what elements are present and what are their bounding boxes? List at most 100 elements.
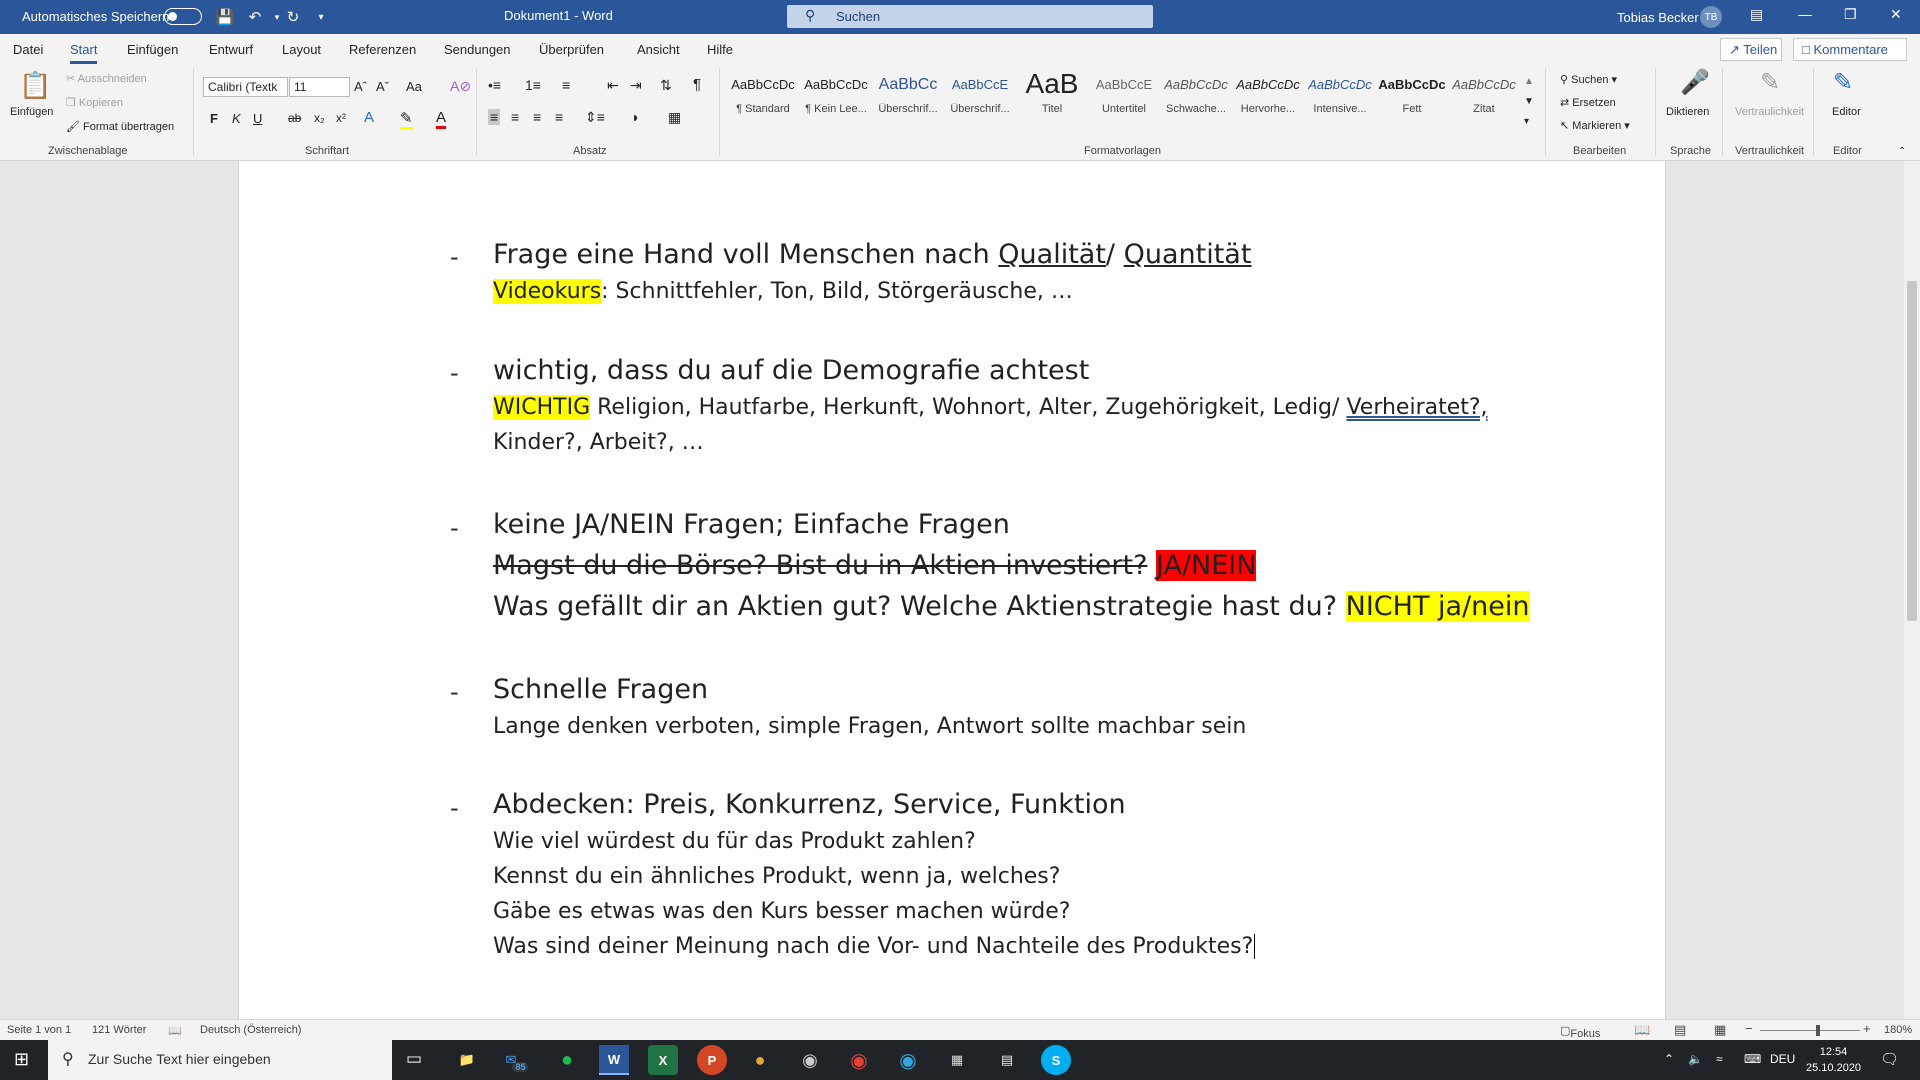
bullet-heading[interactable]: Abdecken: Preis, Konkurrenz, Service, Fu… bbox=[493, 789, 1126, 820]
align-right-icon[interactable]: ≡ bbox=[533, 109, 541, 125]
bullet-detail[interactable]: Kennst du ein ähnliches Produkt, wenn ja… bbox=[493, 864, 1060, 889]
font-name-select[interactable]: Calibri (Textk bbox=[203, 77, 288, 97]
avatar[interactable]: TB bbox=[1700, 6, 1722, 28]
redo-icon[interactable]: ↻ bbox=[282, 6, 304, 28]
powerpoint-icon[interactable]: P bbox=[697, 1045, 727, 1075]
style-schwache-hervorhebung[interactable]: AaBbCcDc Schwache... bbox=[1161, 73, 1231, 115]
zoom-in-icon[interactable]: + bbox=[1863, 1021, 1871, 1036]
change-case-button[interactable]: Aa bbox=[406, 79, 422, 94]
wifi-icon[interactable]: ≈ bbox=[1716, 1052, 1723, 1066]
grow-font-icon[interactable]: Aˆ bbox=[354, 79, 367, 94]
input-language[interactable]: DEU bbox=[1770, 1052, 1795, 1066]
share-button[interactable]: ↗ Teilen bbox=[1720, 38, 1782, 61]
font-size-select[interactable]: 11 bbox=[289, 77, 350, 97]
styles-scroll-down-icon[interactable]: ▼ bbox=[1524, 96, 1534, 107]
volume-icon[interactable]: 🔈 bbox=[1688, 1052, 1703, 1066]
bullet-detail[interactable]: Wie viel würdest du für das Produkt zahl… bbox=[493, 829, 976, 854]
style-zitat[interactable]: AaBbCcDc Zitat bbox=[1449, 73, 1519, 115]
bullet-detail[interactable]: Magst du die Börse? Bist du in Aktien in… bbox=[493, 550, 1257, 581]
notepad-icon[interactable]: ▤ bbox=[992, 1045, 1022, 1075]
sort-icon[interactable]: ⇅ bbox=[660, 77, 672, 94]
language-status[interactable]: Deutsch (Österreich) bbox=[200, 1024, 301, 1036]
scrollbar-thumb[interactable] bbox=[1907, 281, 1917, 621]
select-button[interactable]: ↖ Markieren ▾ bbox=[1560, 119, 1630, 132]
bullet-heading[interactable]: wichtig, dass du auf die Demografie acht… bbox=[493, 355, 1089, 386]
bullet-detail[interactable]: Lange denken verboten, simple Fragen, An… bbox=[493, 714, 1246, 739]
text-effects-icon[interactable]: A bbox=[364, 109, 374, 126]
app-icon[interactable]: ● bbox=[745, 1045, 775, 1075]
style-titel[interactable]: AaB Titel bbox=[1017, 73, 1087, 115]
copy-button[interactable]: ❐ Kopieren bbox=[66, 96, 123, 109]
save-icon[interactable]: 💾 bbox=[214, 6, 236, 28]
tab-layout[interactable]: Layout bbox=[282, 42, 321, 57]
numbering-icon[interactable]: 1≡ bbox=[525, 77, 541, 93]
style-ueberschrift-2[interactable]: AaBbCcE Überschrif... bbox=[945, 73, 1015, 115]
bullet-heading[interactable]: keine JA/NEIN Fragen; Einfache Fragen bbox=[493, 509, 1010, 540]
styles-more-icon[interactable]: ▾ bbox=[1524, 116, 1529, 127]
chrome-icon[interactable]: ◉ bbox=[844, 1045, 874, 1075]
decrease-indent-icon[interactable]: ⇤ bbox=[607, 77, 619, 94]
vertical-scrollbar[interactable] bbox=[1904, 161, 1920, 1019]
subscript-button[interactable]: x₂ bbox=[314, 111, 325, 125]
clear-formatting-icon[interactable]: A⊘ bbox=[450, 78, 471, 95]
bullet-heading[interactable]: Frage eine Hand voll Menschen nach Quali… bbox=[493, 239, 1251, 270]
microphone-icon[interactable]: 🎤 bbox=[1680, 68, 1710, 97]
focus-button[interactable]: ▢ Fokus bbox=[1560, 1024, 1600, 1040]
tab-einfuegen[interactable]: Einfügen bbox=[127, 42, 178, 57]
multilevel-list-icon[interactable]: ≡ bbox=[562, 77, 570, 93]
style-hervorhebung[interactable]: AaBbCcDc Hervorhe... bbox=[1233, 73, 1303, 115]
styles-scroll-up-icon[interactable]: ▲ bbox=[1524, 76, 1534, 87]
skype-icon[interactable]: S bbox=[1041, 1045, 1071, 1075]
bullet-detail[interactable]: Was sind deiner Meinung nach die Vor- un… bbox=[493, 934, 1256, 959]
bullet-detail[interactable]: Gäbe es etwas was den Kurs besser machen… bbox=[493, 899, 1070, 924]
bullet-detail[interactable]: WICHTIG Religion, Hautfarbe, Herkunft, W… bbox=[493, 395, 1488, 420]
cut-button[interactable]: ✂ Ausschneiden bbox=[66, 72, 147, 85]
collapse-ribbon-icon[interactable]: ⌃ bbox=[1898, 146, 1906, 157]
tab-datei[interactable]: Datei bbox=[13, 42, 43, 57]
editor-button[interactable]: Editor bbox=[1832, 106, 1861, 118]
shading-icon[interactable]: ◑ bbox=[630, 109, 638, 125]
tab-sendungen[interactable]: Sendungen bbox=[444, 42, 511, 57]
web-layout-icon[interactable]: ▦ bbox=[1714, 1022, 1726, 1038]
strikethrough-button[interactable]: ab bbox=[288, 111, 301, 125]
editor-icon[interactable]: ✎ bbox=[1833, 68, 1853, 97]
shrink-font-icon[interactable]: Aˇ bbox=[376, 79, 389, 94]
excel-icon[interactable]: X bbox=[648, 1045, 678, 1075]
increase-indent-icon[interactable]: ⇥ bbox=[630, 77, 642, 94]
font-color-icon[interactable]: A bbox=[436, 109, 447, 129]
obs-icon[interactable]: ◉ bbox=[795, 1045, 825, 1075]
tab-entwurf[interactable]: Entwurf bbox=[209, 42, 253, 57]
autosave-toggle[interactable] bbox=[164, 8, 202, 25]
style-kein-leerraum[interactable]: AaBbCcDc ¶ Kein Lee... bbox=[801, 73, 871, 115]
tab-start[interactable]: Start bbox=[70, 42, 98, 64]
bullet-detail[interactable]: Was gefällt dir an Aktien gut? Welche Ak… bbox=[493, 591, 1530, 622]
zoom-level[interactable]: 180% bbox=[1884, 1024, 1912, 1036]
read-mode-icon[interactable]: 📖 bbox=[1634, 1022, 1650, 1038]
search-box[interactable]: ⚲ Suchen bbox=[787, 5, 1153, 28]
borders-icon[interactable]: ▦ bbox=[668, 109, 681, 126]
find-button[interactable]: ⚲ Suchen ▾ bbox=[1560, 73, 1617, 86]
close-icon[interactable]: ✕ bbox=[1890, 6, 1902, 23]
replace-button[interactable]: ⇄ Ersetzen bbox=[1560, 96, 1616, 109]
zoom-slider-thumb[interactable] bbox=[1816, 1025, 1820, 1036]
word-icon[interactable]: W bbox=[599, 1045, 629, 1075]
tab-hilfe[interactable]: Hilfe bbox=[707, 42, 733, 57]
bold-button[interactable]: F bbox=[210, 111, 218, 126]
bullet-detail[interactable]: Videokurs: Schnittfehler, Ton, Bild, Stö… bbox=[493, 279, 1073, 304]
spotify-icon[interactable]: ● bbox=[552, 1045, 582, 1075]
minimize-icon[interactable]: — bbox=[1798, 6, 1812, 22]
style-ueberschrift-1[interactable]: AaBbCc Überschrif... bbox=[873, 73, 943, 115]
document-page[interactable]: - Frage eine Hand voll Menschen nach Qua… bbox=[238, 161, 1666, 1019]
bullet-detail[interactable]: Kinder?, Arbeit?, … bbox=[493, 430, 704, 455]
bullets-icon[interactable]: •≡ bbox=[488, 77, 501, 93]
superscript-button[interactable]: x² bbox=[336, 111, 346, 125]
highlight-color-icon[interactable]: ✎ bbox=[400, 109, 413, 130]
ribbon-display-icon[interactable]: ▤ bbox=[1750, 6, 1763, 23]
clock[interactable]: 12:54 25.10.2020 bbox=[1806, 1044, 1861, 1076]
tray-expand-icon[interactable]: ⌃ bbox=[1664, 1052, 1674, 1066]
print-layout-icon[interactable]: ▤ bbox=[1674, 1022, 1686, 1038]
restore-icon[interactable]: ❐ bbox=[1844, 6, 1857, 23]
style-fett[interactable]: AaBbCcDc Fett bbox=[1377, 73, 1447, 115]
comments-button[interactable]: □ Kommentare bbox=[1793, 38, 1907, 61]
windows-start-icon[interactable]: ⊞ bbox=[14, 1049, 29, 1070]
